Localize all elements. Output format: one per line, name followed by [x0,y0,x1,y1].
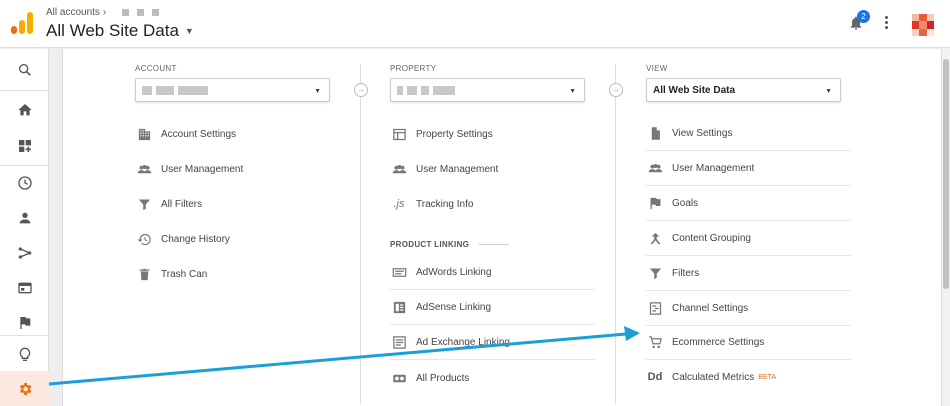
view-selector[interactable]: All Web Site Data ▼ [646,78,841,102]
caret-down-icon: ▼ [184,26,194,36]
account-label: ACCOUNT [135,64,177,73]
more-options-icon[interactable] [885,16,889,31]
breadcrumb-redacted [122,9,159,16]
view-selector[interactable]: All Web Site Data ▼ [46,21,194,41]
property-selector[interactable]: ▼ [390,78,585,102]
people-icon [392,164,406,173]
breadcrumb[interactable]: All accounts › [46,7,106,18]
dropdown-arrow-icon: ▼ [569,88,576,95]
chevron-right-icon: › [102,7,107,18]
view-column: VIEW All Web Site Data ▼ View Settings U… [646,64,851,383]
account-selector[interactable]: ▼ [135,78,330,102]
notifications-button[interactable]: 2 [848,10,870,35]
search-icon[interactable] [0,52,49,87]
scrollbar[interactable] [942,49,950,406]
people-icon [648,164,662,173]
menu-calculated-metrics[interactable]: Dd Calculated Metrics BETA [646,360,851,394]
discover-lightbulb-icon[interactable] [0,337,49,372]
dropdown-arrow-icon: ▼ [825,88,832,95]
breadcrumb-all-accounts[interactable]: All accounts [46,7,100,18]
adsense-icon [393,301,405,314]
menu-change-history[interactable]: Change History [135,222,340,256]
avatar[interactable] [912,14,934,36]
column-divider [360,64,361,404]
column-divider [615,64,616,404]
view-selector-value: All Web Site Data [653,84,736,96]
view-label: VIEW [646,64,668,73]
menu-filters[interactable]: Filters [646,257,851,291]
menu-adsense-linking[interactable]: AdSense Linking [390,291,595,325]
realtime-clock-icon[interactable] [0,165,49,200]
arrow-right-icon: → [609,83,623,97]
adexchange-icon [392,336,406,349]
home-icon[interactable] [0,92,49,127]
property-column: PROPERTY ▼ Property Settings User Manage… [390,64,595,384]
menu-adwords-linking[interactable]: AdWords Linking [390,256,595,290]
menu-view-user-management[interactable]: User Management [646,152,851,186]
menu-property-user-management[interactable]: User Management [390,152,595,186]
audience-person-icon[interactable] [0,200,49,235]
menu-content-grouping[interactable]: Content Grouping [646,222,851,256]
building-icon [138,128,150,140]
menu-all-filters[interactable]: All Filters [135,187,340,221]
history-icon [137,233,151,245]
js-icon: .js [393,198,405,210]
account-column: ACCOUNT ▼ Account Settings User Manageme… [135,64,340,280]
link-icon [392,374,406,382]
menu-channel-settings[interactable]: Channel Settings [646,292,851,326]
menu-trash-can[interactable]: Trash Can [135,257,340,291]
product-linking-heading: PRODUCT LINKING [390,240,510,249]
admin-gear-icon[interactable] [0,371,49,406]
menu-ecommerce-settings[interactable]: Ecommerce Settings [646,326,851,360]
menu-all-products[interactable]: All Products [390,361,595,395]
menu-goals[interactable]: Goals [646,187,851,221]
arrow-right-icon: → [354,83,368,97]
content-grouping-icon [650,232,660,245]
trash-icon [139,268,149,280]
filter-icon [649,268,661,280]
top-header: All accounts › All Web Site Data ▼ 2 [0,0,950,48]
menu-tracking-info[interactable]: .js Tracking Info [390,187,595,221]
people-icon [137,164,151,173]
dd-icon: Dd [647,371,663,383]
dropdown-arrow-icon: ▼ [314,88,321,95]
beta-badge: BETA [758,373,777,381]
cart-icon [648,336,662,349]
behavior-icon[interactable] [0,270,49,305]
menu-view-settings[interactable]: View Settings [646,117,851,151]
notification-badge: 2 [857,10,870,23]
page-title: All Web Site Data [46,21,179,40]
analytics-logo[interactable] [11,12,33,34]
channel-icon [649,302,661,315]
document-icon [651,127,660,140]
menu-account-user-management[interactable]: User Management [135,152,340,186]
goal-flag-icon [650,197,660,210]
menu-property-settings[interactable]: Property Settings [390,117,595,151]
menu-account-settings[interactable]: Account Settings [135,117,340,151]
window-icon [392,128,406,140]
adwords-icon [392,268,406,277]
left-nav-rail [0,49,49,406]
scrollbar-thumb[interactable] [943,59,949,289]
acquisition-icon[interactable] [0,235,49,270]
customization-icon[interactable] [0,128,49,163]
filter-icon [138,199,150,210]
menu-ad-exchange-linking[interactable]: Ad Exchange Linking [390,326,595,360]
property-label: PROPERTY [390,64,437,73]
